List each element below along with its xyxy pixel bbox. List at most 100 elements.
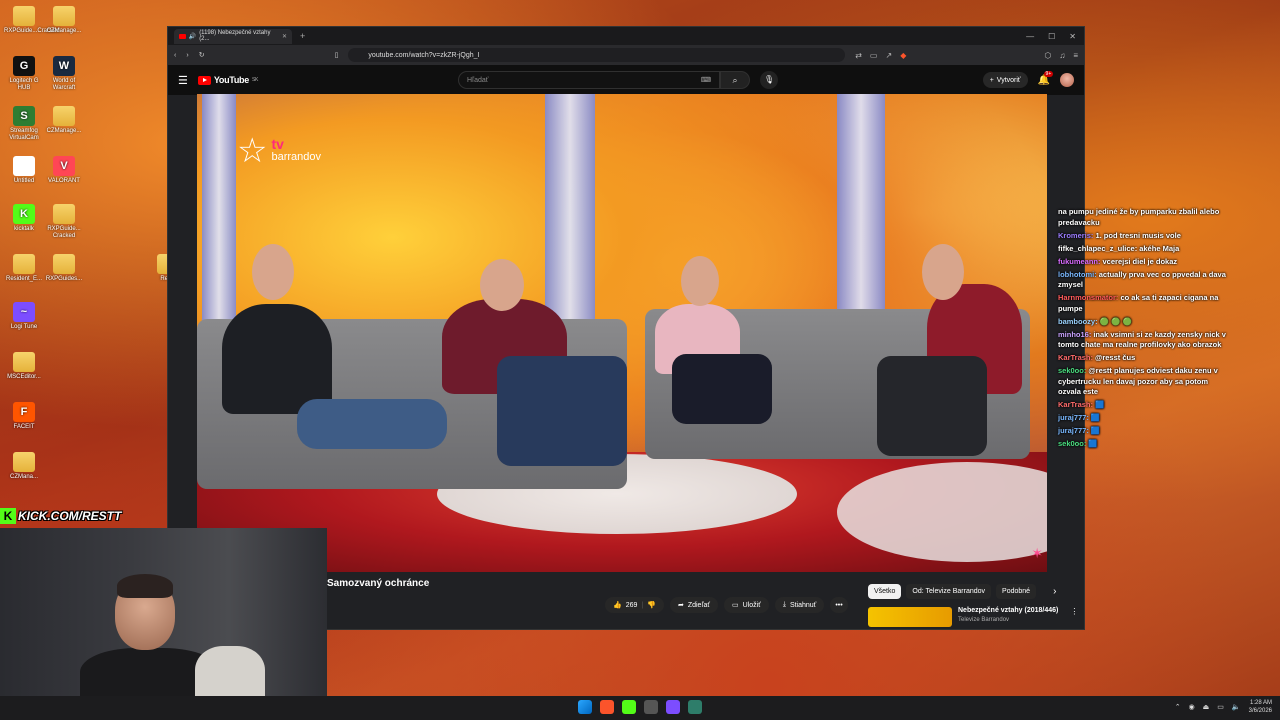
more-actions-button[interactable]: ••• bbox=[830, 597, 848, 613]
hamburger-menu-icon[interactable]: ☰ bbox=[178, 74, 188, 87]
obs-icon[interactable] bbox=[644, 700, 658, 714]
chat-username[interactable]: sek0oo: bbox=[1058, 366, 1086, 375]
keyboard-icon[interactable]: ⌨ bbox=[701, 76, 711, 84]
new-tab-icon[interactable]: + bbox=[300, 31, 305, 41]
share-label: Zdieľať bbox=[687, 601, 711, 609]
desktop-icon[interactable]: CZManage... bbox=[44, 6, 84, 35]
close-window-button[interactable]: ✕ bbox=[1069, 32, 1076, 41]
app-icon: ~ bbox=[13, 302, 35, 322]
desktop-icon[interactable]: Resident_E... bbox=[4, 254, 44, 283]
desktop-icon[interactable]: ~ Logi Tune bbox=[4, 302, 44, 331]
chat-username[interactable]: bamboozy: bbox=[1058, 317, 1098, 326]
desktop-icon[interactable]: Kkicktalk bbox=[4, 204, 44, 233]
chevron-right-icon[interactable]: › bbox=[1053, 586, 1056, 597]
chat-username[interactable]: fukumeann: bbox=[1058, 257, 1101, 266]
desktop-icon[interactable]: F FACEIT bbox=[4, 402, 44, 431]
streamer-jacket bbox=[195, 646, 265, 698]
desktop-icon[interactable]: CZMana... bbox=[4, 452, 44, 481]
back-icon[interactable]: ‹ bbox=[174, 52, 176, 59]
windows-start-icon[interactable] bbox=[578, 700, 592, 714]
related-title[interactable]: Nebezpečné vztahy (2018/446) bbox=[958, 607, 1058, 614]
kick-app-icon[interactable] bbox=[622, 700, 636, 714]
chat-username[interactable]: Kromeris: bbox=[1058, 231, 1093, 240]
minimize-button[interactable]: — bbox=[1026, 32, 1034, 41]
chat-username[interactable]: juraj777: bbox=[1058, 413, 1089, 422]
chat-username[interactable]: minho16: bbox=[1058, 330, 1091, 339]
chip-similar[interactable]: Podobné bbox=[996, 584, 1037, 599]
studio-pillar bbox=[202, 94, 236, 334]
chat-username[interactable]: KarTrash: bbox=[1058, 353, 1093, 362]
close-tab-icon[interactable]: ✕ bbox=[282, 33, 287, 40]
media-icon[interactable]: ♫ bbox=[1059, 51, 1065, 60]
app-icon[interactable] bbox=[688, 700, 702, 714]
desktop-icon[interactable]: S Streamfog VirtualCam bbox=[4, 106, 44, 142]
related-channel[interactable]: Televize Barrandov bbox=[958, 617, 1058, 623]
save-icon: ▭ bbox=[732, 602, 739, 609]
create-button[interactable]: + Vytvoriť bbox=[982, 72, 1028, 88]
channel-logo-name: barrandov bbox=[271, 151, 322, 163]
chat-username[interactable]: KarTrash: bbox=[1058, 400, 1093, 409]
forward-icon[interactable]: › bbox=[186, 52, 188, 59]
menu-icon[interactable]: ≡ bbox=[1073, 51, 1078, 60]
chat-username[interactable]: juraj777: bbox=[1058, 426, 1089, 435]
search-input[interactable]: Hľadať ⌨ bbox=[458, 71, 721, 89]
related-menu-icon[interactable]: ⋮ bbox=[1070, 607, 1078, 627]
video-player[interactable]: ☆ tv barrandov ✶ bbox=[197, 94, 1047, 572]
guest-2-legs bbox=[497, 356, 627, 466]
brave-shield-icon[interactable]: ◆ bbox=[900, 51, 906, 60]
bookmark-icon[interactable]: ▯ bbox=[335, 51, 339, 59]
desktop-icon[interactable]: Untitled bbox=[4, 156, 44, 185]
browser-tab[interactable]: 🔊 (1198) Nebezpečné vztahy (2... ✕ bbox=[174, 28, 292, 44]
chip-all[interactable]: Všetko bbox=[868, 584, 902, 599]
desktop-icon[interactable]: RXPGuide...Cracked bbox=[4, 6, 60, 35]
maximize-button[interactable]: ☐ bbox=[1048, 32, 1055, 41]
desktop-icon[interactable]: RXPGuides... bbox=[44, 254, 84, 283]
share-arrow-icon: ➦ bbox=[677, 602, 684, 609]
volume-icon[interactable]: 🔈 bbox=[1232, 703, 1241, 711]
chat-text: 🟢 🟢 🟢 bbox=[1099, 316, 1132, 326]
extensions-icon[interactable]: ⬡ bbox=[1044, 51, 1051, 60]
desktop-icon[interactable]: V VALORANT bbox=[44, 156, 84, 185]
share-button[interactable]: ➦ Zdieľať bbox=[669, 597, 719, 613]
brave-browser-icon[interactable] bbox=[600, 700, 614, 714]
tray-chevron-icon[interactable]: ⌃ bbox=[1175, 703, 1181, 711]
reload-icon[interactable]: ↻ bbox=[199, 51, 205, 59]
app-icon[interactable] bbox=[666, 700, 680, 714]
guest-2-head bbox=[480, 259, 524, 311]
chat-text: 🟦 bbox=[1090, 426, 1101, 435]
thumbs-down-icon[interactable]: 👎 bbox=[647, 601, 656, 609]
folder-icon bbox=[13, 254, 35, 274]
desktop-icon[interactable]: G Logitech G HUB bbox=[4, 56, 44, 92]
chat-message: KarTrash: 🟦 bbox=[1058, 400, 1228, 411]
desktop-icon[interactable]: W World of Warcraft bbox=[44, 56, 84, 92]
search-button[interactable]: ⌕ bbox=[720, 71, 751, 89]
related-video[interactable]: Nebezpečné vztahy (2018/446) Televize Ba… bbox=[868, 607, 1078, 627]
url-field[interactable]: youtube.com/watch?v=zkZR-jQgh_I bbox=[348, 48, 846, 62]
like-button[interactable]: 👍 269 | 👎 bbox=[605, 597, 664, 613]
translate-icon[interactable]: ⇄ bbox=[855, 51, 862, 60]
chat-username[interactable]: Harnmonsmator: bbox=[1058, 293, 1118, 302]
account-avatar[interactable] bbox=[1060, 73, 1074, 87]
chat-username[interactable]: lobhotomi: bbox=[1058, 270, 1097, 279]
display-icon[interactable]: ▭ bbox=[1217, 703, 1224, 711]
save-button[interactable]: ▭ Uložiť bbox=[724, 597, 769, 613]
clock[interactable]: 1:28 AM 3/6/2026 bbox=[1249, 699, 1272, 715]
barrandov-star-icon: ☆ bbox=[237, 132, 268, 170]
youtube-logo[interactable]: YouTube SK bbox=[197, 75, 258, 85]
desktop-icon[interactable]: CZManage... bbox=[44, 106, 84, 135]
desktop-icon[interactable]: MSCEditor... bbox=[4, 352, 44, 381]
streamer-hair bbox=[117, 574, 173, 598]
share-icon[interactable]: ↗ bbox=[885, 51, 892, 60]
voice-search-icon[interactable]: 🎙 bbox=[760, 71, 779, 89]
chat-username[interactable]: sek0oo: bbox=[1058, 439, 1086, 448]
webcam-feed bbox=[0, 528, 327, 698]
reader-icon[interactable]: ▭ bbox=[870, 51, 878, 60]
chat-username[interactable]: fifke_chlapec_z_ulice: bbox=[1058, 244, 1137, 253]
notifications-bell-icon[interactable]: 🔔 9+ bbox=[1038, 70, 1054, 86]
download-button[interactable]: ⤓ Stiahnuť bbox=[774, 597, 825, 613]
related-thumbnail[interactable] bbox=[868, 607, 952, 627]
usb-icon[interactable]: ⏏ bbox=[1203, 703, 1210, 711]
desktop-icon[interactable]: RXPGuide... Cracked bbox=[44, 204, 84, 240]
network-icon[interactable]: ◉ bbox=[1189, 703, 1195, 711]
chip-from-channel[interactable]: Od: Televize Barrandov bbox=[906, 584, 992, 599]
